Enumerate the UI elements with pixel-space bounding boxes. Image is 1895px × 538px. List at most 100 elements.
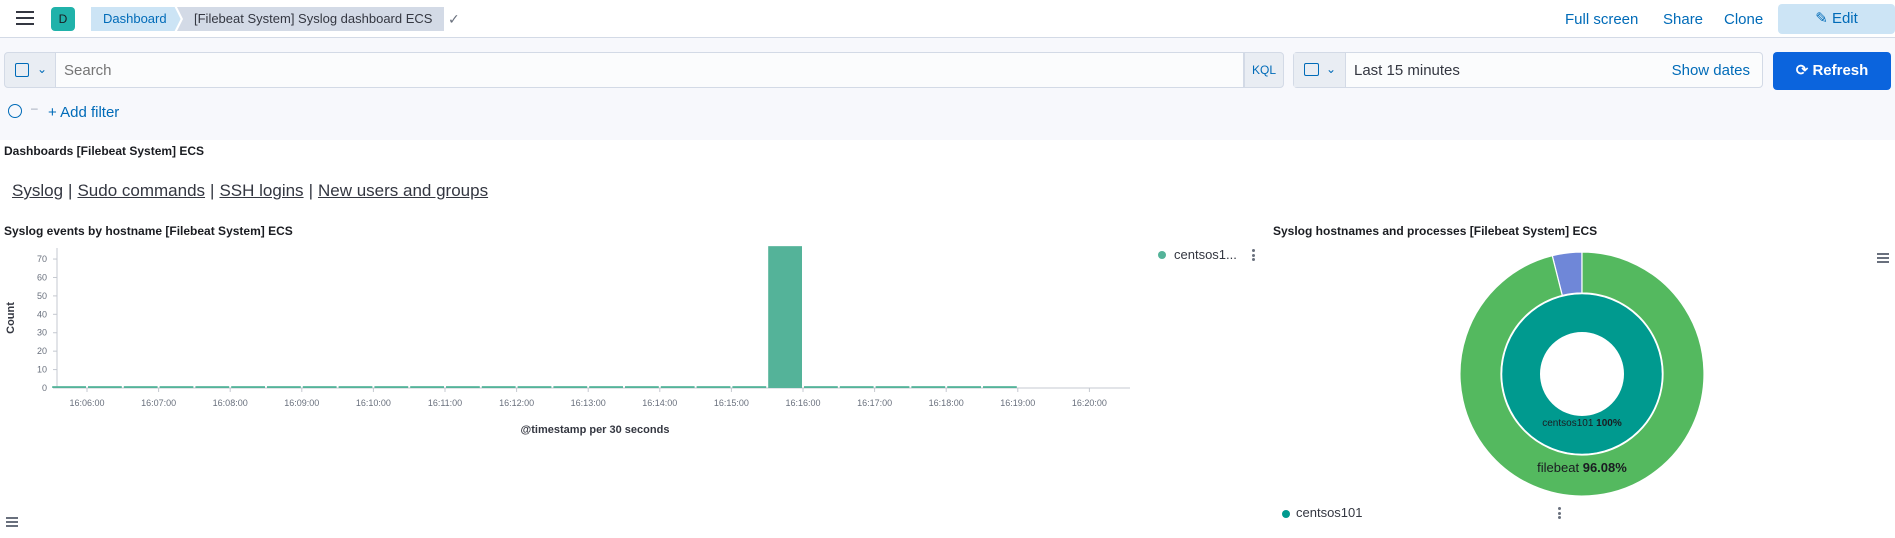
legend-toggle-icon[interactable]: [6, 517, 18, 529]
bar: [660, 386, 695, 388]
refresh-button[interactable]: ⟳ Refresh: [1773, 52, 1891, 90]
top-header: D Dashboard [Filebeat System] Syslog das…: [0, 0, 1895, 38]
link-syslog[interactable]: Syslog: [12, 181, 63, 200]
bar: [123, 386, 158, 388]
bar: [947, 386, 981, 388]
bar: [553, 386, 588, 388]
chevron-down-icon: ⌄: [1326, 62, 1337, 76]
y-tick-label: 40: [37, 309, 47, 319]
bar: [374, 386, 409, 388]
query-bar: ⌄ KQL ⌄ Last 15 minutes Show dates ⟳ Ref…: [0, 38, 1895, 140]
bar: [52, 386, 86, 388]
add-filter-link[interactable]: + Add filter: [48, 104, 119, 121]
markdown-panel-title: Dashboards [Filebeat System] ECS: [4, 144, 205, 158]
bar: [625, 386, 659, 388]
bar: [839, 386, 874, 388]
link-sudo-commands[interactable]: Sudo commands: [77, 181, 205, 200]
bar-legend-item[interactable]: centsos1...: [1174, 247, 1237, 262]
x-tick-label: 16:11:00: [428, 398, 462, 408]
bar: [983, 386, 1017, 388]
bar: [481, 386, 516, 388]
bar: [231, 386, 265, 388]
inner-ring-label: centsos101 100%: [1542, 418, 1622, 429]
bar: [589, 386, 623, 388]
x-tick-label: 16:13:00: [571, 398, 606, 408]
x-tick-label: 16:15:00: [714, 398, 749, 408]
y-tick-label: 60: [37, 272, 47, 282]
bar: [195, 386, 230, 388]
legend-dot: [1158, 251, 1166, 259]
outer-ring-label: filebeat 96.08%: [1537, 460, 1627, 475]
bar-panel-title: Syslog events by hostname [Filebeat Syst…: [4, 224, 293, 238]
full-screen-link[interactable]: Full screen: [1565, 11, 1638, 28]
x-tick-label: 16:17:00: [857, 398, 892, 408]
bar: [338, 386, 373, 388]
bar: [732, 386, 767, 388]
filter-icon[interactable]: [8, 104, 22, 118]
x-tick-label: 16:20:00: [1072, 398, 1107, 408]
pie-legend-options-icon[interactable]: [1558, 507, 1562, 521]
bar: [88, 386, 122, 388]
edit-button[interactable]: ✎ Edit: [1778, 4, 1895, 34]
y-tick-label: 70: [37, 254, 47, 264]
x-tick-label: 16:10:00: [356, 398, 391, 408]
dashboard-links: Syslog | Sudo commands | SSH logins | New user…: [12, 181, 489, 200]
x-tick-label: 16:09:00: [284, 398, 319, 408]
x-tick-label: 16:08:00: [213, 398, 248, 408]
bar: [446, 386, 480, 388]
kql-button[interactable]: KQL: [1244, 52, 1284, 88]
bar: [804, 386, 838, 388]
y-tick-label: 10: [37, 365, 47, 375]
bar-chart: 0 10 20 30 40 50 60 70 16:06:00 16:07:00 16:08:00 1…: [5, 246, 1130, 436]
bar: [517, 386, 552, 388]
y-axis-title: Count: [5, 302, 17, 334]
bar: [159, 386, 194, 388]
pencil-icon: ✎: [1815, 10, 1832, 27]
x-tick-label: 16:12:00: [499, 398, 534, 408]
y-tick-label: 20: [37, 346, 47, 356]
time-range[interactable]: Last 15 minutes: [1354, 62, 1460, 79]
calendar-icon: [1304, 63, 1319, 76]
bar: [768, 246, 802, 388]
y-tick-label: 0: [42, 383, 47, 393]
x-axis-title: @timestamp per 30 seconds: [521, 424, 670, 436]
share-link[interactable]: Share: [1663, 11, 1703, 28]
donut-slice-inner-ring: [1502, 294, 1662, 454]
check-icon[interactable]: ✓: [448, 11, 460, 28]
x-tick-label: 16:14:00: [642, 398, 677, 408]
bar: [410, 386, 444, 388]
breadcrumb-current: [Filebeat System] Syslog dashboard ECS: [177, 7, 445, 31]
menu-icon[interactable]: [16, 11, 34, 25]
saved-query-button[interactable]: ⌄: [4, 52, 56, 88]
x-tick-label: 16:07:00: [141, 398, 176, 408]
legend-options-icon[interactable]: [1252, 249, 1256, 263]
link-ssh-logins[interactable]: SSH logins: [219, 181, 303, 200]
chevron-down-icon: ⌄: [37, 62, 48, 76]
x-tick-label: 16:06:00: [69, 398, 104, 408]
clone-link[interactable]: Clone: [1724, 11, 1763, 28]
pie-legend-dot: [1282, 510, 1290, 518]
link-new-users-groups[interactable]: New users and groups: [318, 181, 488, 200]
y-tick-label: 30: [37, 328, 47, 338]
bar: [302, 386, 337, 388]
pie-legend-item[interactable]: centsos101: [1296, 505, 1363, 520]
x-tick-label: 16:18:00: [929, 398, 964, 408]
date-picker[interactable]: ⌄ Last 15 minutes Show dates: [1293, 52, 1763, 88]
bar: [911, 386, 946, 388]
show-dates-link[interactable]: Show dates: [1672, 62, 1750, 79]
x-tick-label: 16:16:00: [785, 398, 820, 408]
y-tick-label: 50: [37, 291, 47, 301]
save-icon: [15, 63, 29, 77]
search-input[interactable]: [56, 52, 1244, 88]
x-tick-label: 16:19:00: [1000, 398, 1035, 408]
breadcrumb-dashboard[interactable]: Dashboard: [91, 7, 181, 31]
calendar-button[interactable]: ⌄: [1294, 53, 1346, 87]
filter-divider: –: [31, 101, 38, 115]
donut-slice-inner: [1502, 294, 1662, 454]
bar: [696, 386, 731, 388]
donut-chart: centsos101 100% filebeat 96.08%: [1459, 251, 1705, 497]
space-avatar[interactable]: D: [51, 7, 75, 31]
bar: [875, 386, 910, 388]
bar: [267, 386, 301, 388]
legend-toggle-icon[interactable]: [1877, 253, 1889, 265]
